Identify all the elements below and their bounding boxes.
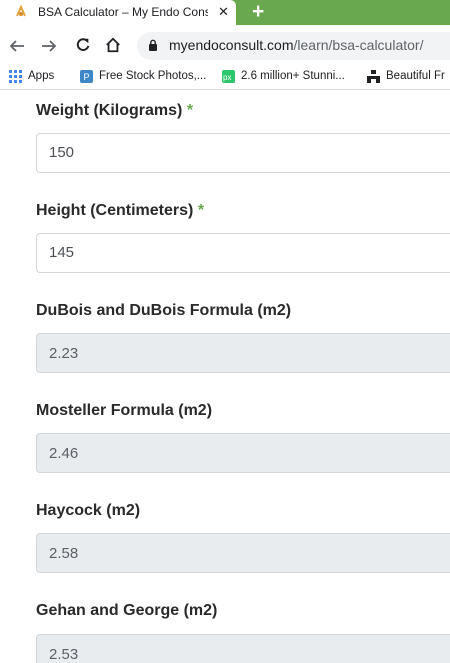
- back-arrow-icon[interactable]: [8, 38, 26, 54]
- gehan-george-result-field: 2.53: [36, 634, 450, 663]
- weight-label: Weight (Kilograms) *: [36, 101, 193, 121]
- bookmark-label: Apps: [28, 70, 55, 82]
- pixabay-icon: px: [222, 69, 235, 83]
- required-asterisk: *: [197, 202, 205, 219]
- bookmark-free-stock-photos[interactable]: P Free Stock Photos,...: [80, 68, 206, 84]
- weight-input[interactable]: [36, 133, 450, 173]
- address-url[interactable]: myendoconsult.com/learn/bsa-calculator/: [169, 37, 423, 54]
- apps-grid-icon: [9, 69, 22, 83]
- haycock-result-field: 2.58: [36, 533, 450, 573]
- pexels-icon: P: [80, 69, 93, 83]
- gehan-george-label: Gehan and George (m2): [36, 602, 218, 619]
- height-label: Height (Centimeters) *: [36, 201, 204, 221]
- height-label-text: Height (Centimeters): [36, 202, 194, 219]
- forward-arrow-icon[interactable]: [40, 38, 58, 54]
- lock-icon: [149, 39, 157, 51]
- bookmark-beautiful[interactable]: Beautiful Fr: [367, 68, 445, 84]
- toolbar-divider: [0, 89, 450, 90]
- url-host: myendoconsult.com: [169, 37, 294, 53]
- height-input[interactable]: [36, 233, 450, 273]
- bookmark-label: Free Stock Photos,...: [99, 70, 207, 82]
- unsplash-icon: [367, 69, 380, 83]
- mosteller-result-field: 2.46: [36, 433, 450, 473]
- browser-tab[interactable]: BSA Calculator – My Endo Consu ✕: [0, 0, 236, 25]
- svg-text:px: px: [223, 73, 231, 82]
- bookmark-label: 2.6 million+ Stunni...: [241, 70, 345, 82]
- bookmark-stunning-images[interactable]: px 2.6 million+ Stunni...: [222, 68, 345, 84]
- site-favicon-icon: [16, 5, 26, 17]
- reload-icon[interactable]: [74, 37, 92, 53]
- tab-title: BSA Calculator – My Endo Consu: [38, 5, 208, 19]
- close-icon[interactable]: ✕: [218, 4, 229, 20]
- mosteller-label: Mosteller Formula (m2): [36, 402, 213, 419]
- url-path: /learn/bsa-calculator/: [293, 37, 424, 53]
- home-icon[interactable]: [104, 37, 122, 53]
- svg-text:P: P: [84, 72, 90, 82]
- dubois-result-field: 2.23: [36, 333, 450, 373]
- bookmark-label: Beautiful Fr: [386, 70, 445, 82]
- dubois-label: DuBois and DuBois Formula (m2): [36, 302, 292, 319]
- haycock-label: Haycock (m2): [36, 502, 141, 519]
- bookmark-apps[interactable]: Apps: [9, 68, 54, 84]
- weight-label-text: Weight (Kilograms): [36, 102, 183, 119]
- plus-icon[interactable]: +: [252, 1, 264, 22]
- required-asterisk: *: [186, 102, 194, 119]
